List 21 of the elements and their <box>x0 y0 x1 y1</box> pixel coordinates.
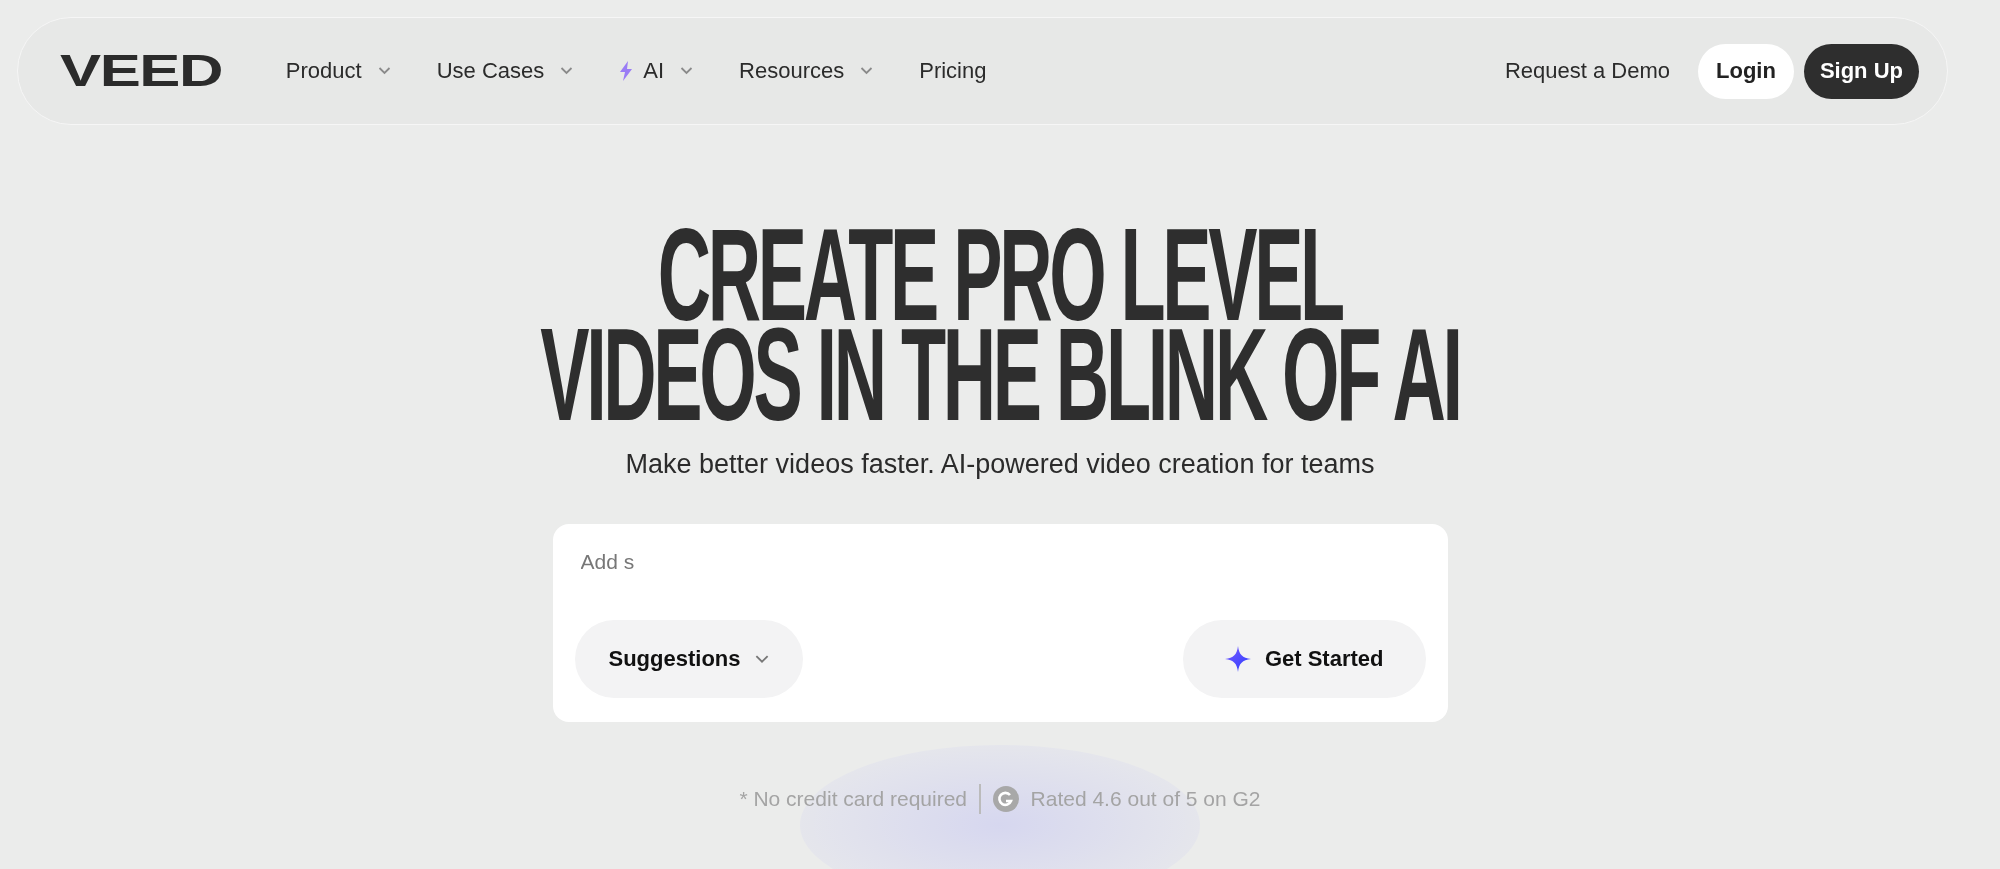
nav-link[interactable]: Product <box>285 58 391 84</box>
rating-badge-icon <box>992 786 1019 812</box>
login-button[interactable]: Login <box>1698 43 1794 99</box>
get-started-button[interactable]: Get Started <box>1182 620 1426 698</box>
nav-link[interactable]: AI <box>619 58 694 84</box>
nav-link[interactable]: Use Cases <box>436 58 574 84</box>
hero-subtitle: Make better videos faster. AI-powered video creation for teams <box>625 449 1375 480</box>
request-demo-link[interactable]: Request a Demo <box>1504 58 1670 84</box>
logo[interactable]: VEED <box>60 46 223 96</box>
hero-heading: CREATE PRO LEVEL <box>657 225 1343 325</box>
nav-link[interactable]: Resources <box>739 58 874 84</box>
sparkle-icon <box>1224 646 1251 672</box>
prompt-input[interactable]: Add s <box>574 546 887 578</box>
suggestions-button[interactable]: Suggestions <box>574 620 803 698</box>
no-credit-card-note: * No credit card required <box>739 787 968 811</box>
sign-up-button[interactable]: Sign Up <box>1803 43 1919 99</box>
chevron-down-icon <box>754 654 769 664</box>
nav-link[interactable]: Pricing <box>919 58 987 84</box>
lightning-icon <box>619 61 634 81</box>
rating-text: Rated 4.6 out of 5 on G2 <box>1030 787 1261 811</box>
hero-heading: VIDEOS IN THE BLINK OF AI <box>540 325 1460 425</box>
